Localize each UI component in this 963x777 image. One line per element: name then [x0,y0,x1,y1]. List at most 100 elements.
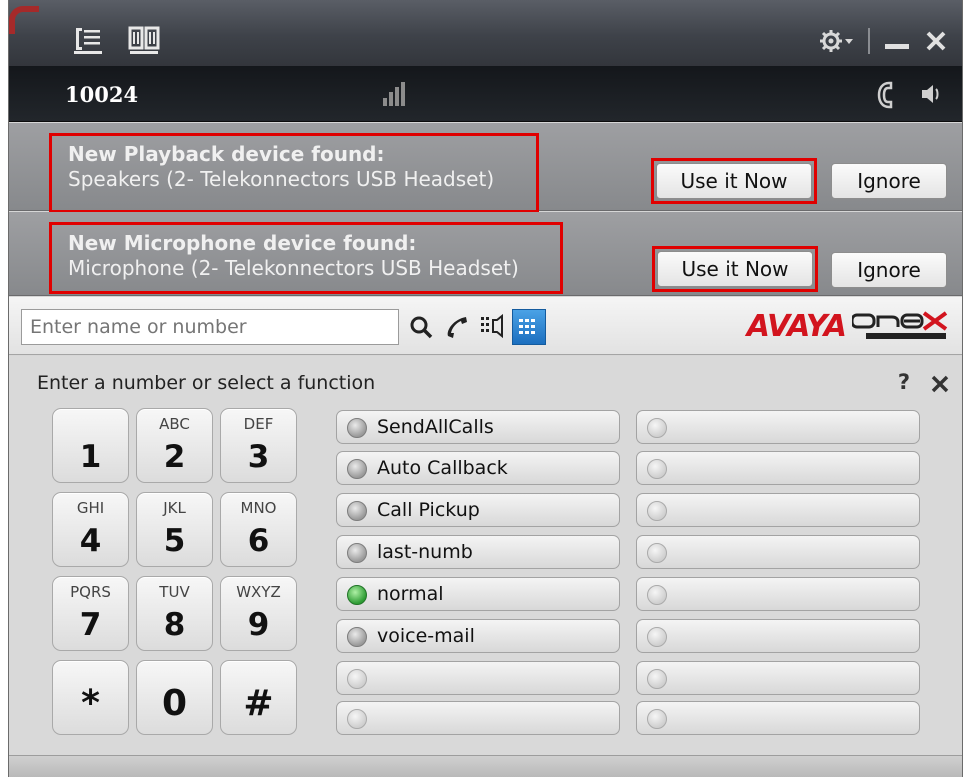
key-letters: PQRS [70,583,111,601]
handset-icon[interactable] [874,80,896,110]
key-4[interactable]: GHI 4 [52,492,129,567]
key-3[interactable]: DEF 3 [220,408,297,483]
use-it-now-highlight: Use it Now [652,246,818,292]
dialpad-icon[interactable] [512,309,546,345]
function-button-empty[interactable] [636,619,920,653]
function-button-empty[interactable] [336,661,620,695]
help-button[interactable]: ? [898,370,910,394]
notice-device-name: Microphone (2- Telekonnectors USB Headse… [68,256,519,280]
function-button-empty[interactable] [636,535,920,569]
key-6[interactable]: MNO 6 [220,492,297,567]
key-digit: 3 [247,439,270,475]
key-9[interactable]: WXYZ 9 [220,576,297,651]
status-led-icon [647,501,667,521]
notice-device-name: Speakers (2- Telekonnectors USB Headset) [68,167,495,191]
status-led-icon [347,459,367,479]
key-letters: DEF [243,415,274,433]
key-digit: 0 [161,683,188,724]
minimize-icon[interactable] [884,29,910,53]
key-2[interactable]: ABC 2 [136,408,213,483]
key-digit: # [243,683,274,724]
avaya-onex-logo: AVAYA [747,307,948,345]
extension-bar: 10024 [9,66,962,122]
key-8[interactable]: TUV 8 [136,576,213,651]
key-letters: MNO [240,499,277,517]
function-label: SendAllCalls [377,416,494,438]
key-5[interactable]: JKL 5 [136,492,213,567]
key-0[interactable]: 0 [136,660,213,735]
function-button-sendallcalls[interactable]: SendAllCalls [336,410,620,444]
onex-communicator-logo-mark [852,311,948,339]
ignore-button[interactable]: Ignore [831,252,947,288]
use-it-now-highlight: Use it Now [651,158,817,204]
function-button-empty[interactable] [636,701,920,735]
window-corner-accent [9,6,39,34]
key-digit: 6 [247,523,270,559]
status-led-icon [347,709,367,729]
key-digit: 4 [79,523,102,559]
settings-gear-icon[interactable] [820,29,854,53]
key-letters: ABC [159,415,190,433]
function-label: Call Pickup [377,499,480,521]
signal-strength-icon [383,82,405,106]
key-digit: 1 [79,439,102,475]
onex-communicator-window: 10024 New Playback device found: Speaker… [8,0,963,777]
key-digit: 7 [79,607,102,643]
function-button-call-pickup[interactable]: Call Pickup [336,493,620,527]
dialpad-panel: Enter a number or select a function ? 1 … [9,356,962,777]
key-star[interactable]: * [52,660,129,735]
function-button-empty[interactable] [636,410,920,444]
status-led-icon [647,418,667,438]
function-button-last-numb[interactable]: last-numb [336,535,620,569]
function-button-empty[interactable] [636,493,920,527]
function-button-empty[interactable] [336,701,620,735]
close-icon[interactable] [924,29,948,53]
notice-title: New Playback device found: [68,142,385,166]
history-book-icon[interactable] [127,22,161,56]
function-button-voice-mail[interactable]: voice-mail [336,619,620,653]
key-hash[interactable]: # [220,660,297,735]
key-digit: 8 [163,607,186,643]
use-it-now-button[interactable]: Use it Now [656,163,812,199]
search-input[interactable] [21,309,399,345]
function-button-empty[interactable] [636,661,920,695]
function-label: voice-mail [377,625,475,647]
key-digit: * [81,683,100,724]
status-led-icon [647,627,667,647]
key-digit: 9 [247,607,270,643]
status-led-icon [647,709,667,729]
extension-number: 10024 [65,82,139,107]
control-separator [868,28,870,54]
speaker-icon[interactable] [920,82,944,106]
search-bar: AVAYA [9,297,962,355]
voicemail-dial-icon[interactable] [476,309,510,345]
key-digit: 2 [163,439,186,475]
contacts-icon[interactable] [71,22,105,56]
function-label: Auto Callback [377,457,508,479]
playback-notice-text: New Playback device found: Speakers (2- … [49,133,539,213]
status-led-icon [347,501,367,521]
status-bar [9,755,962,777]
search-icon[interactable] [404,309,438,345]
status-led-icon [347,543,367,563]
key-7[interactable]: PQRS 7 [52,576,129,651]
phone-call-icon[interactable] [440,309,474,345]
status-led-icon [647,669,667,689]
status-led-icon [647,459,667,479]
function-button-auto-callback[interactable]: Auto Callback [336,451,620,485]
function-button-normal[interactable]: normal [336,577,620,611]
status-led-icon [347,418,367,438]
use-it-now-button[interactable]: Use it Now [657,251,813,287]
microphone-device-notice: New Microphone device found: Microphone … [9,212,962,296]
close-panel-icon[interactable] [930,374,950,394]
function-label: normal [377,583,444,605]
playback-device-notice: New Playback device found: Speakers (2- … [9,123,962,213]
key-digit: 5 [163,523,186,559]
key-1[interactable]: 1 [52,408,129,483]
title-bar [9,0,962,66]
function-button-empty[interactable] [636,577,920,611]
function-button-empty[interactable] [636,451,920,485]
key-letters: TUV [159,583,190,601]
ignore-button[interactable]: Ignore [831,163,947,199]
notice-title: New Microphone device found: [68,231,417,255]
